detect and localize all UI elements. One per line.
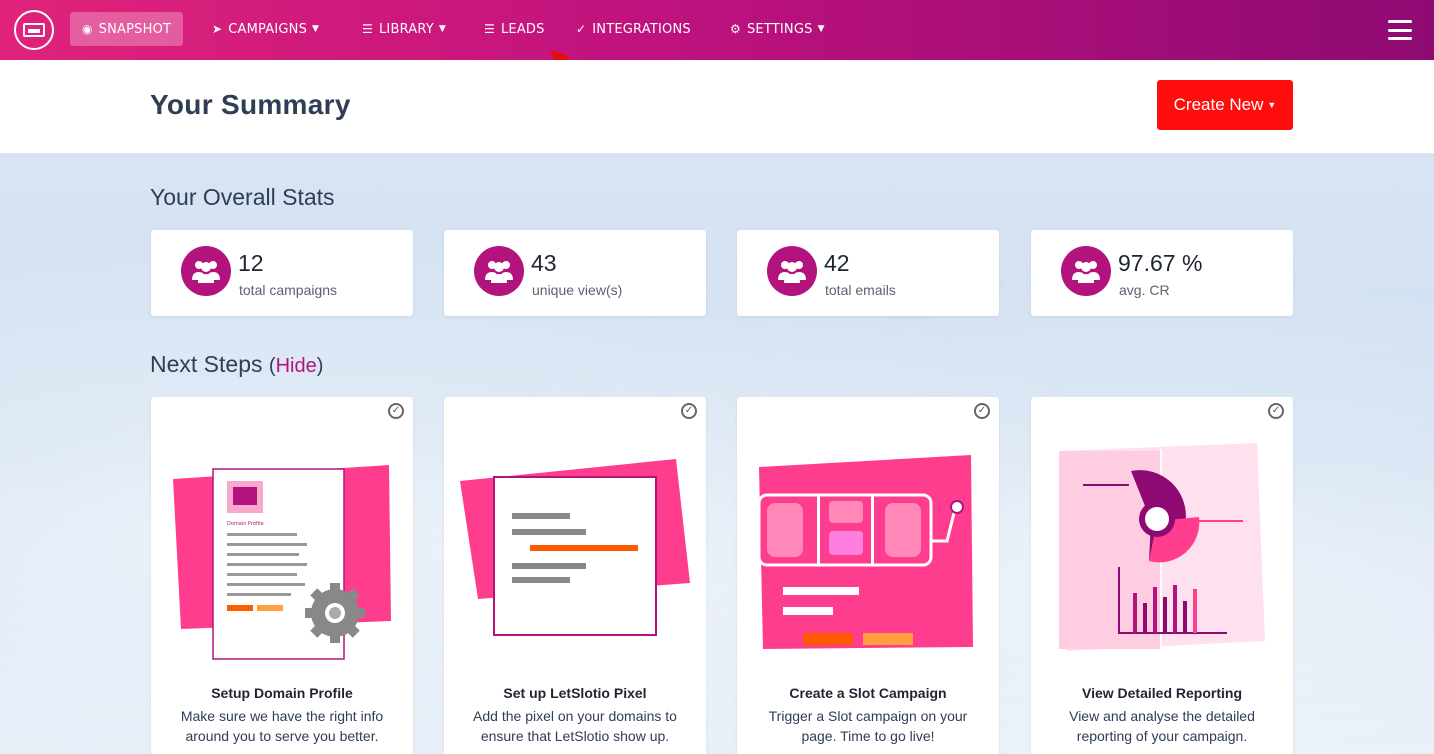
users-icon bbox=[474, 246, 524, 296]
hamburger-bar bbox=[1388, 28, 1412, 32]
library-icon: ☰ bbox=[362, 22, 373, 36]
stat-value: 97.67 % bbox=[1118, 250, 1203, 276]
chevron-down-icon: ▼ bbox=[817, 24, 825, 34]
logo-icon bbox=[23, 23, 45, 37]
nav-snapshot[interactable]: ◉ SNAPSHOT bbox=[70, 12, 184, 46]
step-title: Set up LetSlotio Pixel bbox=[503, 685, 647, 701]
step-title: Setup Domain Profile bbox=[211, 685, 353, 701]
next-steps-title: Next Steps (Hide) bbox=[150, 351, 324, 377]
stat-card-emails: 42 total emails bbox=[737, 230, 999, 316]
step-desc-line: Make sure we have the right info bbox=[180, 708, 384, 724]
check-circle-icon[interactable]: ✓ bbox=[1268, 403, 1284, 419]
step-card-pixel[interactable]: ✓ Set up LetSlotio Pixel Add the pixel o… bbox=[444, 397, 706, 754]
nav-leads[interactable]: ☰ LEADS bbox=[472, 12, 557, 46]
check-circle-icon[interactable]: ✓ bbox=[974, 403, 990, 419]
domain-profile-text: Domain Profile bbox=[227, 521, 264, 527]
step-title: View Detailed Reporting bbox=[1082, 685, 1242, 701]
step-description: Trigger a Slot campaign on your page. Ti… bbox=[745, 706, 991, 746]
list-icon: ☰ bbox=[484, 22, 495, 36]
stat-card-views: 43 unique view(s) bbox=[444, 230, 706, 316]
nav-settings[interactable]: ⚙ SETTINGS ▼ bbox=[718, 12, 837, 46]
create-new-button[interactable]: Create New ▼ bbox=[1157, 80, 1293, 130]
hamburger-bar bbox=[1388, 20, 1412, 23]
stat-label: avg. CR bbox=[1119, 282, 1170, 298]
nav-integrations[interactable]: ✓ INTEGRATIONS bbox=[564, 12, 703, 46]
step-desc-line: reporting of your campaign. bbox=[1076, 728, 1248, 744]
step-description: Make sure we have the right info around … bbox=[159, 706, 405, 746]
slot-machine-illustration bbox=[757, 455, 973, 649]
chevron-down-icon: ▼ bbox=[438, 24, 447, 34]
stat-card-campaigns: 12 total campaigns bbox=[151, 230, 413, 316]
step-desc-line: Trigger a Slot campaign on your bbox=[768, 708, 968, 724]
stat-value: 12 bbox=[238, 250, 264, 276]
stat-card-cr: 97.67 % avg. CR bbox=[1031, 230, 1293, 316]
nav-library-label: LIBRARY bbox=[378, 21, 434, 37]
chevron-down-icon: ▼ bbox=[312, 24, 320, 34]
create-new-label: Create New bbox=[1173, 95, 1264, 114]
step-desc-line: View and analyse the detailed bbox=[1069, 708, 1255, 724]
pixel-illustration bbox=[460, 459, 690, 636]
step-desc-line: ensure that LetSlotio show up. bbox=[480, 728, 670, 744]
reporting-illustration bbox=[1059, 443, 1265, 651]
stat-label: unique view(s) bbox=[532, 282, 623, 298]
chevron-down-icon: ▼ bbox=[1267, 100, 1277, 110]
paper-plane-icon: ➤ bbox=[212, 22, 223, 36]
stat-label: total emails bbox=[825, 282, 896, 298]
stat-label: total campaigns bbox=[239, 282, 338, 298]
app-logo[interactable] bbox=[14, 10, 54, 50]
nav-leads-label: LEADS bbox=[500, 21, 545, 37]
next-steps-label: Next Steps bbox=[150, 351, 263, 377]
hamburger-menu-icon[interactable] bbox=[1388, 20, 1412, 40]
step-description: View and analyse the detailed reporting … bbox=[1039, 706, 1285, 746]
step-card-domain-profile[interactable]: ✓ Domain Profile Setup Domain Profile Ma… bbox=[151, 397, 413, 754]
nav-campaigns-label: CAMPAIGNS bbox=[228, 21, 308, 37]
step-desc-line: page. Time to go live! bbox=[801, 728, 935, 744]
nav-library[interactable]: ☰ LIBRARY ▼ bbox=[350, 12, 458, 46]
step-title: Create a Slot Campaign bbox=[789, 685, 947, 701]
users-icon bbox=[767, 246, 817, 296]
users-icon bbox=[181, 246, 231, 296]
top-navbar: ◉ SNAPSHOT ➤ CAMPAIGNS ▼ ☰ LIBRARY ▼ ☰ L… bbox=[0, 0, 1434, 60]
stat-value: 43 bbox=[531, 250, 557, 276]
stat-value: 42 bbox=[824, 250, 850, 276]
hide-link[interactable]: Hide bbox=[276, 355, 317, 377]
stats-section-title: Your Overall Stats bbox=[150, 184, 335, 210]
step-desc-line: Add the pixel on your domains to bbox=[473, 708, 677, 724]
step-description: Add the pixel on your domains to ensure … bbox=[452, 706, 698, 746]
page-title: Your Summary bbox=[150, 89, 351, 120]
hamburger-bar bbox=[1388, 37, 1412, 40]
nav-settings-label: SETTINGS bbox=[746, 21, 813, 37]
domain-profile-illustration: Domain Profile bbox=[173, 465, 391, 660]
step-card-slot-campaign[interactable]: ✓ Create a Slot Campaign Trigger a Slot … bbox=[737, 397, 999, 754]
dashboard-icon: ◉ bbox=[82, 22, 93, 36]
gears-icon: ⚙ bbox=[730, 22, 741, 36]
nav-integrations-label: INTEGRATIONS bbox=[592, 21, 691, 37]
check-circle-icon[interactable]: ✓ bbox=[388, 403, 404, 419]
page-header: Your Summary Create New ▼ bbox=[0, 60, 1434, 154]
nav-snapshot-label: SNAPSHOT bbox=[98, 21, 172, 37]
users-icon bbox=[1061, 246, 1111, 296]
plug-icon: ✓ bbox=[576, 22, 587, 36]
step-card-reporting[interactable]: ✓ View Detailed Reporting View and analy… bbox=[1031, 397, 1293, 754]
check-circle-icon[interactable]: ✓ bbox=[681, 403, 697, 419]
nav-campaigns[interactable]: ➤ CAMPAIGNS ▼ bbox=[200, 12, 331, 46]
step-desc-line: around you to serve you better. bbox=[185, 728, 379, 744]
